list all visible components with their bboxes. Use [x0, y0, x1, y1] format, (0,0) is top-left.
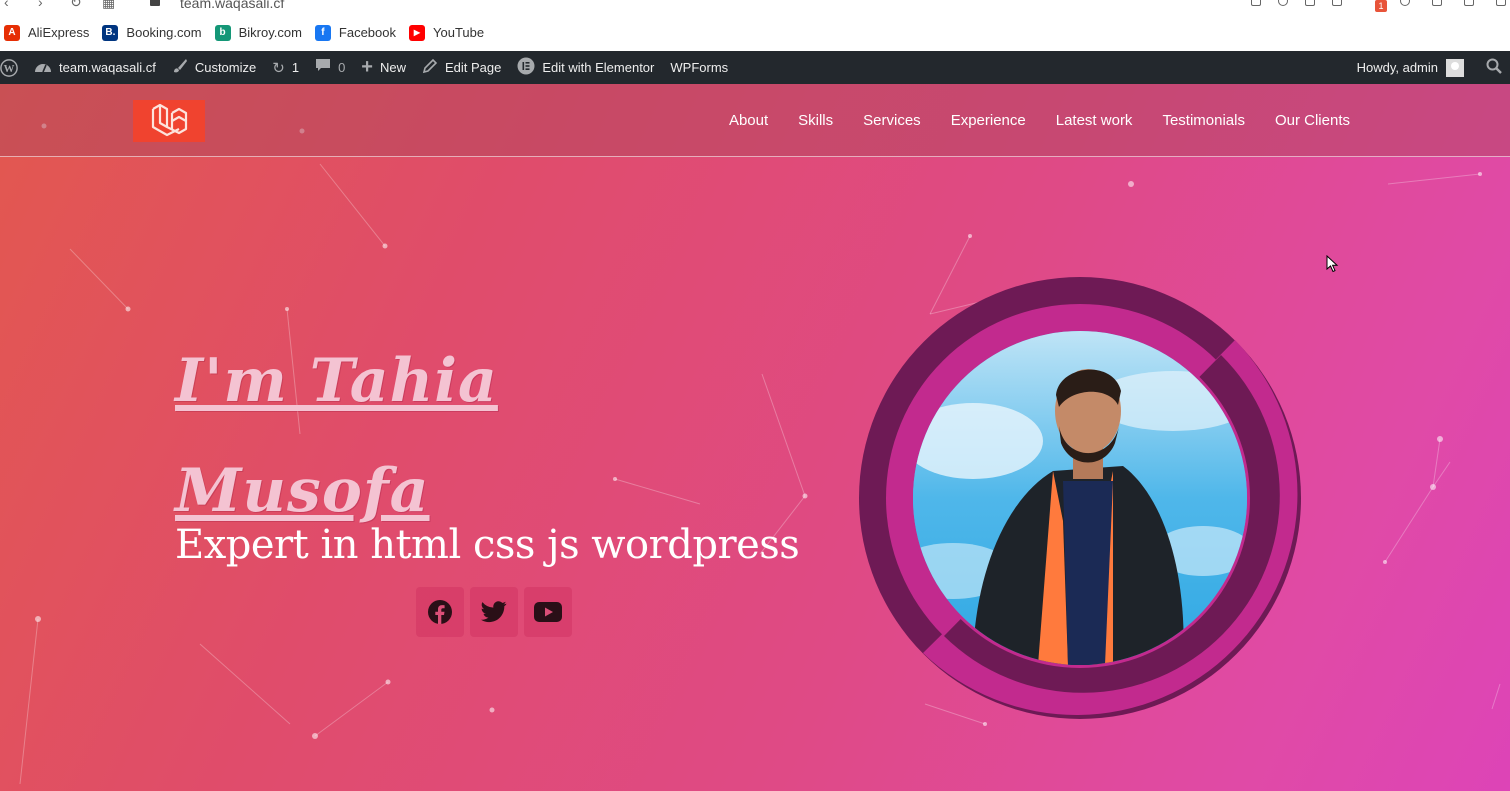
menu-item-about[interactable]: About — [729, 112, 768, 129]
bookmark-aliexpress[interactable]: A AliExpress — [4, 24, 90, 41]
youtube-icon — [534, 602, 562, 622]
brush-icon — [172, 58, 188, 78]
wordpress-icon: W — [0, 58, 18, 77]
bookmark-youtube[interactable]: ▶ YouTube — [409, 24, 485, 41]
new-content-link[interactable]: + New — [361, 56, 406, 79]
youtube-button[interactable] — [524, 587, 572, 637]
hero-subheadline: Expert in html css js wordpress — [175, 522, 800, 568]
apps-icon[interactable]: ▦ — [102, 0, 115, 11]
profile-portrait — [859, 277, 1301, 719]
extension-icon[interactable] — [1305, 0, 1315, 6]
forward-icon[interactable]: › — [38, 0, 43, 10]
pencil-icon — [422, 58, 438, 78]
mouse-cursor-icon — [1326, 255, 1339, 273]
wp-admin-bar: W team.waqasali.cf Customize ↻ 1 0 + New… — [0, 51, 1510, 84]
facebook-icon — [428, 600, 452, 624]
hero-headline-line-1: I'm Tahia — [175, 346, 498, 416]
back-icon[interactable]: ‹ — [4, 0, 9, 10]
plus-icon: + — [361, 56, 373, 78]
bookmark-booking[interactable]: B. Booking.com — [102, 24, 202, 41]
profile-icon[interactable] — [1464, 0, 1474, 6]
elementor-link[interactable]: Edit with Elementor — [517, 57, 654, 79]
comments-link[interactable]: 0 — [315, 58, 345, 77]
wordpress-logo-button[interactable]: W — [0, 58, 18, 77]
extension-icon[interactable] — [1400, 0, 1410, 6]
edit-page-link[interactable]: Edit Page — [422, 58, 501, 78]
facebook-icon: f — [314, 24, 331, 41]
wpforms-label: WPForms — [670, 60, 729, 75]
customize-label: Customize — [194, 60, 257, 75]
bookmark-label: AliExpress — [28, 25, 90, 40]
site-name: team.waqasali.cf — [59, 60, 156, 75]
site-header: About Skills Services Experience Latest … — [0, 84, 1510, 157]
elementor-icon — [517, 57, 535, 79]
bookmark-label: YouTube — [433, 25, 485, 40]
site-logo[interactable] — [133, 100, 205, 142]
comment-icon — [315, 58, 331, 77]
menu-item-our-clients[interactable]: Our Clients — [1275, 112, 1350, 129]
search-icon[interactable] — [1486, 58, 1502, 77]
wpforms-link[interactable]: WPForms — [670, 60, 728, 75]
hero-section: About Skills Services Experience Latest … — [0, 84, 1510, 791]
menu-item-services[interactable]: Services — [863, 112, 921, 129]
site-name-link[interactable]: team.waqasali.cf — [34, 59, 156, 77]
comments-count: 0 — [338, 60, 346, 75]
customize-link[interactable]: Customize — [172, 58, 256, 78]
booking-icon: B. — [102, 24, 119, 41]
bookmark-facebook[interactable]: f Facebook — [314, 24, 396, 41]
laravel-logo-icon — [151, 103, 188, 137]
extension-badge: 1 — [1375, 0, 1387, 12]
address-bar[interactable]: team.waqasali.cf — [180, 0, 284, 11]
download-icon[interactable] — [1432, 0, 1442, 6]
extension-icon[interactable] — [1251, 0, 1261, 6]
bookmark-label: Bikroy.com — [238, 25, 302, 40]
browser-toolbar: ‹ › ↻ ▦ team.waqasali.cf — [0, 0, 1510, 14]
updates-link[interactable]: ↻ 1 — [272, 59, 299, 77]
aliexpress-icon: A — [4, 24, 20, 41]
updates-count: 1 — [291, 60, 300, 75]
bookmarks-bar: A AliExpress B. Booking.com b Bikroy.com… — [0, 14, 1510, 51]
extension-icon[interactable] — [1332, 0, 1342, 6]
twitter-icon — [481, 601, 507, 623]
dashboard-icon — [34, 59, 52, 77]
menu-icon[interactable] — [1496, 0, 1506, 6]
menu-item-experience[interactable]: Experience — [951, 112, 1026, 129]
main-menu: About Skills Services Experience Latest … — [699, 84, 1350, 157]
menu-item-skills[interactable]: Skills — [798, 112, 833, 129]
site-info-icon[interactable] — [150, 0, 160, 6]
bikroy-icon: b — [214, 24, 231, 41]
twitter-button[interactable] — [470, 587, 518, 637]
hero-headline-line-2: Musofa — [175, 456, 430, 526]
menu-item-latest-work[interactable]: Latest work — [1056, 112, 1133, 129]
bookmark-bikroy[interactable]: b Bikroy.com — [214, 24, 302, 41]
menu-item-testimonials[interactable]: Testimonials — [1162, 112, 1245, 129]
extension-icon[interactable] — [1278, 0, 1288, 6]
bookmark-label: Booking.com — [126, 25, 202, 40]
updates-icon: ↻ — [272, 59, 285, 77]
facebook-button[interactable] — [416, 587, 464, 637]
bookmark-label: Facebook — [338, 25, 396, 40]
social-links — [416, 587, 578, 637]
new-label: New — [379, 60, 406, 75]
youtube-icon: ▶ — [409, 24, 425, 41]
portrait-photo — [913, 331, 1247, 665]
edit-page-label: Edit Page — [445, 60, 502, 75]
account-greeting[interactable]: Howdy, admin — [1357, 60, 1438, 75]
elementor-label: Edit with Elementor — [542, 60, 655, 75]
reload-icon[interactable]: ↻ — [70, 0, 82, 11]
svg-text:W: W — [4, 63, 15, 75]
avatar[interactable] — [1446, 58, 1464, 77]
